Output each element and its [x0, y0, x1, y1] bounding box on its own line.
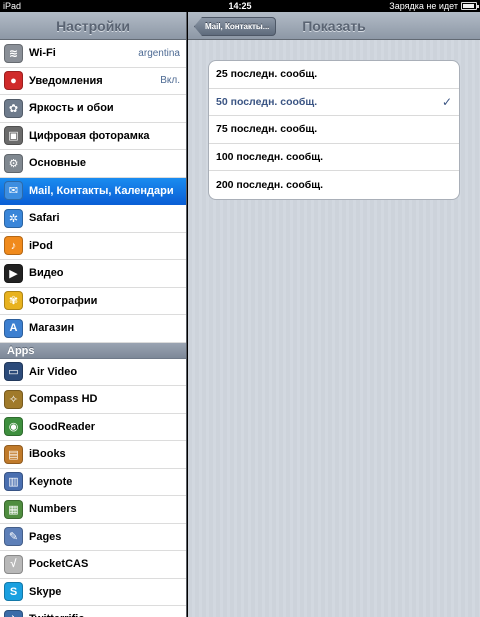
sidebar-item[interactable]: ⚙ Основные — [0, 150, 186, 178]
sidebar-item-label: Compass HD — [29, 393, 98, 406]
photos-icon: ✾ — [4, 291, 23, 311]
sidebar-item-label: GoodReader — [29, 420, 96, 433]
air-video-icon: ▭ — [4, 362, 23, 382]
sidebar-item-label: iBooks — [29, 448, 66, 461]
settings-sidebar: Настройки ≋ Wi-Fi argentina ● Уведомления Вкл… — [0, 12, 187, 617]
sidebar-item-label: Wi-Fi — [29, 47, 56, 60]
show-option-label: 100 последн. сообщ. — [216, 150, 324, 163]
goodreader-icon: ◉ — [4, 417, 23, 437]
sidebar-item[interactable]: ✿ Яркость и обои — [0, 95, 186, 123]
sidebar-item[interactable]: ✉ Mail, Контакты, Календари — [0, 177, 186, 205]
pocketcas-icon: √ — [4, 554, 23, 574]
compass-icon: ✧ — [4, 389, 23, 409]
detail-navbar: Mail, Контакты... Показать — [188, 12, 480, 40]
sidebar-item[interactable]: ✎ Pages — [0, 523, 186, 551]
detail-title: Показать — [302, 17, 366, 34]
charging-status: Зарядка не идет — [389, 1, 458, 11]
sidebar-item[interactable]: ✾ Фотографии — [0, 287, 186, 315]
detail-pane: Mail, Контакты... Показать 25 последн. с… — [188, 12, 480, 617]
show-options-group: 25 последн. сообщ. 50 последн. сообщ. ✓ 75 … — [208, 60, 460, 200]
numbers-icon: ▦ — [4, 499, 23, 519]
show-option-label: 75 последн. сообщ. — [216, 123, 318, 136]
skype-icon: S — [4, 582, 23, 602]
photo-frame-icon: ▣ — [4, 126, 23, 146]
checkmark-icon: ✓ — [441, 94, 452, 109]
ibooks-icon: ▤ — [4, 444, 23, 464]
sidebar-item-label: Фотографии — [29, 294, 98, 307]
show-option-label: 50 последн. сообщ. — [216, 95, 318, 108]
sidebar-item[interactable]: ♪ iPod — [0, 232, 186, 260]
twitterrific-icon: ✈ — [4, 609, 23, 617]
sidebar-item[interactable]: ▦ Numbers — [0, 496, 186, 524]
sidebar-item-value: argentina — [138, 47, 180, 59]
show-option[interactable]: 200 последн. сообщ. — [209, 171, 459, 199]
sidebar-item[interactable]: ▤ iBooks — [0, 441, 186, 469]
sidebar-item[interactable]: ▭ Air Video — [0, 358, 186, 386]
show-option[interactable]: 50 последн. сообщ. ✓ — [209, 89, 459, 116]
keynote-icon: ▥ — [4, 472, 23, 492]
sidebar-item-label: Pages — [29, 530, 62, 543]
notifications-icon: ● — [4, 71, 23, 91]
wifi-icon: ≋ — [4, 43, 23, 63]
sidebar-item[interactable]: ▥ Keynote — [0, 468, 186, 496]
sidebar-title: Настройки — [56, 17, 130, 34]
show-option[interactable]: 25 последн. сообщ. — [209, 61, 459, 89]
sidebar-item-label: Цифровая фоторамка — [29, 129, 150, 142]
sidebar-item-label: Twitterrific — [29, 613, 180, 617]
sidebar-item-label: iPod — [29, 239, 53, 252]
sidebar-item-label: Skype — [29, 585, 62, 598]
show-option[interactable]: 100 последн. сообщ. — [209, 144, 459, 171]
status-bar: iPad 14:25 Зарядка не идет — [0, 0, 480, 12]
ipod-icon: ♪ — [4, 236, 23, 256]
apps-list: ▭ Air Video ✧ Compass HD ◉ GoodReader ▤ iBooks ▥… — [0, 358, 186, 617]
mail-icon: ✉ — [4, 181, 23, 201]
pages-icon: ✎ — [4, 527, 23, 547]
sidebar-item[interactable]: S Skype — [0, 578, 186, 606]
show-option[interactable]: 75 последн. сообщ. — [209, 116, 459, 144]
sidebar-item[interactable]: √ PocketCAS — [0, 551, 186, 579]
sidebar-item[interactable]: ✈ Twitterrific — [0, 606, 186, 617]
sidebar-item-label: Видео — [29, 267, 64, 280]
sidebar-item-label: PocketCAS — [29, 558, 89, 571]
sidebar-item[interactable]: ✲ Safari — [0, 205, 186, 233]
sidebar-item-label: Магазин — [29, 322, 75, 335]
sidebar-item[interactable]: A Магазин — [0, 315, 186, 343]
sidebar-item[interactable]: ≋ Wi-Fi argentina — [0, 40, 186, 68]
sidebar-item-label: Keynote — [29, 475, 73, 488]
gear-icon: ⚙ — [4, 153, 23, 173]
sidebar-item[interactable]: ◉ GoodReader — [0, 413, 186, 441]
apps-section-header: Apps — [0, 342, 186, 359]
sidebar-navbar: Настройки — [0, 12, 186, 40]
brightness-icon: ✿ — [4, 98, 23, 118]
sidebar-item-label: Mail, Контакты, Календари — [29, 184, 174, 197]
video-icon: ▶ — [4, 263, 23, 283]
sidebar-item[interactable]: ✧ Compass HD — [0, 386, 186, 414]
sidebar-item-label: Numbers — [29, 503, 77, 516]
sidebar-item-label: Safari — [29, 212, 60, 225]
safari-icon: ✲ — [4, 208, 23, 228]
settings-list: ≋ Wi-Fi argentina ● Уведомления Вкл. ✿ Яркость … — [0, 40, 186, 343]
sidebar-item-value: Вкл. — [160, 75, 180, 87]
sidebar-item[interactable]: ▣ Цифровая фоторамка — [0, 122, 186, 150]
sidebar-item-label: Яркость и обои — [29, 102, 114, 115]
sidebar-item-label: Air Video — [29, 365, 78, 378]
store-icon: A — [4, 318, 23, 338]
show-option-label: 200 последн. сообщ. — [216, 178, 324, 191]
battery-icon — [461, 2, 479, 10]
show-option-label: 25 последн. сообщ. — [216, 68, 318, 81]
sidebar-item-label: Уведомления — [29, 74, 103, 87]
sidebar-item-label: Основные — [29, 157, 86, 170]
sidebar-item[interactable]: ▶ Видео — [0, 260, 186, 288]
sidebar-item[interactable]: ● Уведомления Вкл. — [0, 67, 186, 95]
back-button[interactable]: Mail, Контакты... — [194, 17, 277, 36]
